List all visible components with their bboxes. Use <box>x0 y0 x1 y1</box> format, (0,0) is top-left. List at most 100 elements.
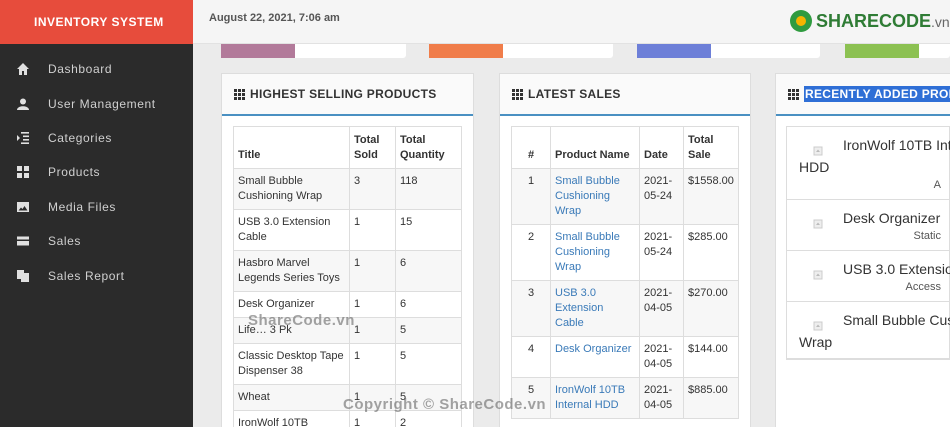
product-name-continued: Wrap <box>799 334 833 350</box>
cell-title: IronWolf 10TB <box>233 410 350 427</box>
cell-total-quantity: 6 <box>395 291 462 318</box>
th-grid-icon <box>512 88 523 100</box>
product-link[interactable]: Small Bubble Cushioning Wrap <box>555 175 620 217</box>
sidebar-item-label: Products <box>48 165 101 180</box>
home-icon <box>16 62 30 76</box>
table-row: 4 Desk Organizer 2021-04-05 $144.00 <box>511 336 739 378</box>
latest-sales-table: # Product Name Date Total Sale 1 Small Bu… <box>511 126 739 419</box>
cell-total-sold: 1 <box>349 343 396 385</box>
cell-product-name: Small Bubble Cushioning Wrap <box>550 224 640 281</box>
cell-number: 1 <box>511 168 551 225</box>
cell-total-sold: 3 <box>349 168 396 210</box>
sidebar-item-sales-report[interactable]: Sales Report <box>0 258 193 292</box>
cell-title: Wheat <box>233 384 350 411</box>
sidebar-item-categories[interactable]: Categories <box>0 121 193 155</box>
latest-sales-panel: LATEST SALES # Product Name Date Total S… <box>499 73 751 427</box>
watermark-bottom: Copyright © ShareCode.vn <box>343 396 547 413</box>
cell-number: 2 <box>511 224 551 281</box>
cell-total-sale: $885.00 <box>683 377 739 419</box>
product-thumbnail-icon <box>813 143 823 156</box>
cell-product-name: IronWolf 10TB Internal HDD <box>550 377 640 419</box>
logo-mark-icon <box>790 10 812 32</box>
sidebar-item-sales[interactable]: Sales <box>0 224 193 258</box>
indent-icon <box>16 131 30 145</box>
stat-card-products <box>637 44 820 58</box>
product-link[interactable]: Small Bubble Cushioning Wrap <box>555 231 620 273</box>
stat-color-bar <box>221 44 295 58</box>
table-row: USB 3.0 Extension Cable 1 15 <box>233 209 462 251</box>
cell-total-sale: $1558.00 <box>683 168 739 225</box>
stat-color-bar <box>429 44 503 58</box>
list-item[interactable]: Desk Organizer Static <box>787 200 949 251</box>
col-total-sold: Total Sold <box>349 126 396 169</box>
sidebar-item-label: Sales Report <box>48 268 125 283</box>
current-datetime: August 22, 2021, 7:06 am <box>209 12 340 24</box>
cell-total-sold: 1 <box>349 317 396 344</box>
product-category: Access <box>905 281 941 293</box>
list-item[interactable]: IronWolf 10TB Int HDD A <box>787 127 950 200</box>
sidebar-item-media-files[interactable]: Media Files <box>0 190 193 224</box>
col-product-name: Product Name <box>550 126 640 169</box>
sidebar-nav: Dashboard User Management Categories Pro… <box>0 44 193 293</box>
sharecode-logo: SHARECODE.vn <box>790 10 950 32</box>
table-row: Hasbro Marvel Legends Series Toys 1 6 <box>233 250 462 292</box>
product-thumbnail-icon <box>813 267 823 280</box>
logo-text: SHARECODE <box>816 10 932 31</box>
highest-selling-panel: HIGHEST SELLING PRODUCTS Title Total Sol… <box>221 73 474 427</box>
recently-added-list: IronWolf 10TB Int HDD A Desk Organizer Stati… <box>786 126 950 360</box>
logo-suffix: .vn <box>931 13 950 30</box>
table-row: Classic Desktop Tape Dispenser 38 1 5 <box>233 343 462 385</box>
cell-total-sold: 1 <box>349 209 396 251</box>
col-title: Title <box>233 126 350 169</box>
product-link[interactable]: IronWolf 10TB Internal HDD <box>555 384 625 411</box>
col-total-quantity: Total Quantity <box>395 126 462 169</box>
sidebar-item-products[interactable]: Products <box>0 155 193 189</box>
cell-total-sale: $285.00 <box>683 224 739 281</box>
product-thumbnail-icon <box>813 216 823 229</box>
product-link[interactable]: USB 3.0 Extension Cable <box>555 287 603 329</box>
panel-title: RECENTLY ADDED PROD <box>804 86 950 102</box>
top-header: August 22, 2021, 7:06 am SHARECODE.vn <box>193 0 950 44</box>
product-link[interactable]: Desk Organizer <box>555 343 631 355</box>
watermark-center: ShareCode.vn <box>248 312 355 329</box>
cell-product-name: Desk Organizer <box>550 336 640 378</box>
brand-title[interactable]: INVENTORY SYSTEM <box>0 0 193 44</box>
cell-total-quantity: 6 <box>395 250 462 292</box>
credit-card-icon <box>16 234 30 248</box>
cell-title: Hasbro Marvel Legends Series Toys <box>233 250 350 292</box>
table-row: 2 Small Bubble Cushioning Wrap 2021-05-24 $… <box>511 224 739 281</box>
cell-product-name: Small Bubble Cushioning Wrap <box>550 168 640 225</box>
cell-title: Classic Desktop Tape Dispenser 38 <box>233 343 350 385</box>
col-total-sale: Total Sale <box>683 126 739 169</box>
sidebar-item-user-management[interactable]: User Management <box>0 86 193 120</box>
user-icon <box>16 97 30 111</box>
col-number: # <box>511 126 551 169</box>
cell-total-quantity: 118 <box>395 168 462 210</box>
cell-date: 2021-05-24 <box>639 168 684 225</box>
cell-title: USB 3.0 Extension Cable <box>233 209 350 251</box>
cell-total-sale: $144.00 <box>683 336 739 378</box>
stat-card-sales <box>845 44 950 58</box>
stat-color-bar <box>845 44 919 58</box>
cell-total-sold: 1 <box>349 250 396 292</box>
cell-number: 3 <box>511 280 551 337</box>
cell-product-name: USB 3.0 Extension Cable <box>550 280 640 337</box>
list-item[interactable]: Small Bubble Cus Wrap <box>787 302 950 359</box>
sidebar-item-label: Categories <box>48 130 113 145</box>
cell-date: 2021-04-05 <box>639 377 684 419</box>
product-name: IronWolf 10TB Int <box>843 137 950 153</box>
sidebar-item-dashboard[interactable]: Dashboard <box>0 52 193 86</box>
product-name-continued: HDD <box>799 159 830 175</box>
list-item[interactable]: USB 3.0 Extensio Access <box>787 251 950 302</box>
cell-total-quantity: 15 <box>395 209 462 251</box>
duplicate-icon <box>16 269 30 283</box>
table-row: 3 USB 3.0 Extension Cable 2021-04-05 $270.0… <box>511 280 739 337</box>
cell-total-quantity: 5 <box>395 343 462 385</box>
product-name: Small Bubble Cus <box>843 312 950 328</box>
product-category: Static <box>913 230 941 242</box>
product-name: Desk Organizer <box>843 210 941 226</box>
th-grid-icon <box>788 88 799 100</box>
cell-number: 4 <box>511 336 551 378</box>
cell-total-quantity: 5 <box>395 317 462 344</box>
cell-title: Small Bubble Cushioning Wrap <box>233 168 350 210</box>
